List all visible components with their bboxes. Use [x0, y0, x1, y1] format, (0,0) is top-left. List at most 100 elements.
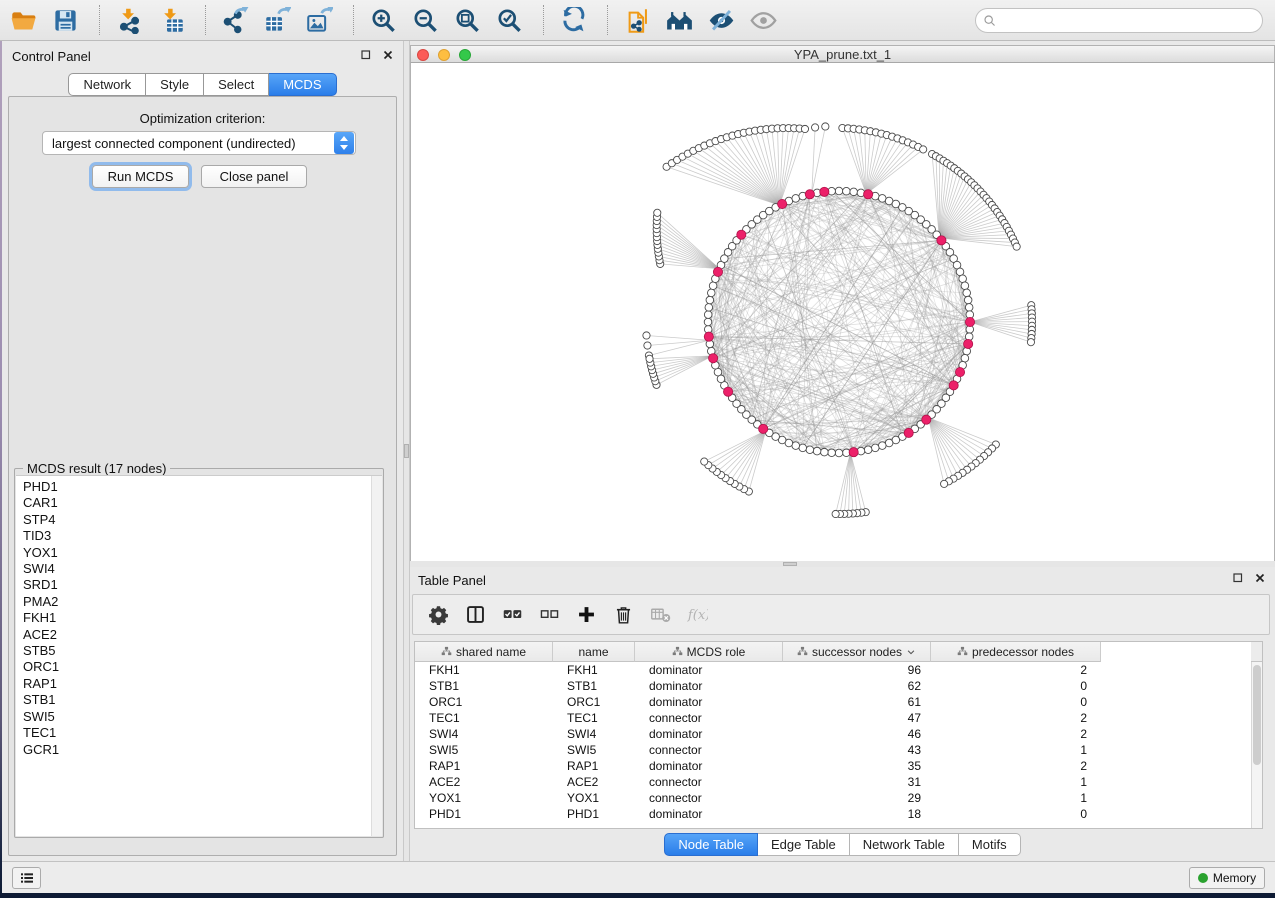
ring-node[interactable]	[878, 442, 886, 450]
column-header-predecessor-nodes[interactable]: predecessor nodes	[931, 642, 1101, 662]
ring-node[interactable]	[828, 449, 836, 457]
mcds-hub-node[interactable]	[805, 190, 814, 199]
mcds-hub-node[interactable]	[849, 448, 858, 457]
leaf-node[interactable]	[812, 124, 819, 131]
cell-successor-nodes[interactable]: 61	[783, 695, 931, 709]
cell-MCDS-role[interactable]: dominator	[635, 663, 783, 677]
cell-name[interactable]: FKH1	[553, 663, 635, 677]
cell-name[interactable]: SWI5	[553, 743, 635, 757]
cell-name[interactable]: STB1	[553, 679, 635, 693]
ring-node[interactable]	[821, 448, 829, 456]
leaf-node[interactable]	[643, 332, 650, 339]
ring-node[interactable]	[961, 354, 969, 362]
run-mcds-button[interactable]: Run MCDS	[92, 165, 189, 188]
save-session-button[interactable]	[48, 4, 82, 37]
result-node[interactable]: ACE2	[16, 627, 382, 643]
leaf-node[interactable]	[701, 458, 708, 465]
result-node[interactable]: PMA2	[16, 594, 382, 610]
apply-layout-button[interactable]	[556, 4, 590, 37]
cell-successor-nodes[interactable]: 96	[783, 663, 931, 677]
ring-node[interactable]	[835, 187, 843, 195]
cell-name[interactable]: ACE2	[553, 775, 635, 789]
ring-node[interactable]	[806, 446, 814, 454]
cell-successor-nodes[interactable]: 43	[783, 743, 931, 757]
zoom-fit-button[interactable]	[450, 4, 484, 37]
mcds-hub-node[interactable]	[737, 230, 746, 239]
column-header-name[interactable]: name	[553, 642, 635, 662]
mcds-hub-node[interactable]	[937, 236, 946, 245]
mcds-hub-node[interactable]	[949, 381, 958, 390]
column-header-shared-name[interactable]: shared name	[415, 642, 553, 662]
mcds-hub-node[interactable]	[904, 428, 913, 437]
cell-shared-name[interactable]: SWI4	[415, 727, 553, 741]
ring-node[interactable]	[706, 296, 714, 304]
cell-MCDS-role[interactable]: connector	[635, 711, 783, 725]
tab-motifs[interactable]: Motifs	[959, 833, 1021, 856]
cell-MCDS-role[interactable]: connector	[635, 743, 783, 757]
show-all-button[interactable]	[662, 4, 696, 37]
result-node[interactable]: STP4	[16, 512, 382, 528]
leaf-node[interactable]	[941, 480, 948, 487]
tab-node-table[interactable]: Node Table	[664, 833, 758, 856]
cell-predecessor-nodes[interactable]: 0	[931, 695, 1101, 709]
leaf-node[interactable]	[1013, 243, 1020, 250]
cell-name[interactable]: TEC1	[553, 711, 635, 725]
cell-successor-nodes[interactable]: 35	[783, 759, 931, 773]
table-settings-button[interactable]	[426, 603, 450, 627]
cell-predecessor-nodes[interactable]: 0	[931, 807, 1101, 821]
cell-shared-name[interactable]: YOX1	[415, 791, 553, 805]
leaf-node[interactable]	[1027, 339, 1034, 346]
cell-predecessor-nodes[interactable]: 1	[931, 743, 1101, 757]
cell-MCDS-role[interactable]: dominator	[635, 679, 783, 693]
tab-edge-table[interactable]: Edge Table	[758, 833, 850, 856]
result-node[interactable]: SWI5	[16, 709, 382, 725]
maximize-window-button[interactable]	[459, 49, 471, 61]
table-row[interactable]: TEC1TEC1connector472	[415, 710, 1251, 726]
ring-node[interactable]	[709, 282, 717, 290]
mcds-hub-node[interactable]	[965, 317, 974, 326]
export-network-button[interactable]	[218, 4, 252, 37]
ring-node[interactable]	[813, 447, 821, 455]
import-table-button[interactable]	[154, 4, 188, 37]
cell-predecessor-nodes[interactable]: 1	[931, 775, 1101, 789]
network-from-file-button[interactable]	[620, 4, 654, 37]
mcds-hub-node[interactable]	[713, 267, 722, 276]
leaf-node[interactable]	[646, 355, 653, 362]
table-scrollbar[interactable]	[1251, 662, 1262, 828]
ring-node[interactable]	[843, 187, 851, 195]
column-header-MCDS-role[interactable]: MCDS role	[635, 642, 783, 662]
result-node[interactable]: ORC1	[16, 659, 382, 675]
ring-node[interactable]	[965, 304, 973, 312]
mcds-hub-node[interactable]	[955, 368, 964, 377]
mcds-hub-node[interactable]	[704, 332, 713, 341]
cell-successor-nodes[interactable]: 31	[783, 775, 931, 789]
delete-column-button[interactable]	[611, 603, 635, 627]
cell-successor-nodes[interactable]: 18	[783, 807, 931, 821]
table-row[interactable]: ACE2ACE2connector311	[415, 774, 1251, 790]
tab-select[interactable]: Select	[204, 73, 269, 96]
mcds-hub-node[interactable]	[964, 339, 973, 348]
table-row[interactable]: RAP1RAP1dominator352	[415, 758, 1251, 774]
ring-node[interactable]	[964, 296, 972, 304]
mcds-hub-node[interactable]	[820, 187, 829, 196]
float-panel-button[interactable]	[359, 48, 373, 62]
cell-shared-name[interactable]: RAP1	[415, 759, 553, 773]
table-row[interactable]: YOX1YOX1connector291	[415, 790, 1251, 806]
cell-MCDS-role[interactable]: dominator	[635, 695, 783, 709]
ring-node[interactable]	[704, 311, 712, 319]
cell-MCDS-role[interactable]: dominator	[635, 759, 783, 773]
cell-name[interactable]: RAP1	[553, 759, 635, 773]
close-panel-button[interactable]	[381, 48, 395, 62]
cell-predecessor-nodes[interactable]: 1	[931, 791, 1101, 805]
cell-MCDS-role[interactable]: connector	[635, 775, 783, 789]
search-box[interactable]	[975, 8, 1263, 33]
export-table-button[interactable]	[260, 4, 294, 37]
zoom-out-button[interactable]	[408, 4, 442, 37]
cell-successor-nodes[interactable]: 47	[783, 711, 931, 725]
ring-node[interactable]	[707, 289, 715, 297]
vertical-splitter[interactable]	[403, 41, 410, 861]
result-node[interactable]: TID3	[16, 528, 382, 544]
hide-selected-button[interactable]	[704, 4, 738, 37]
result-node[interactable]: PHD1	[16, 479, 382, 495]
table-row[interactable]: STB1STB1dominator620	[415, 678, 1251, 694]
